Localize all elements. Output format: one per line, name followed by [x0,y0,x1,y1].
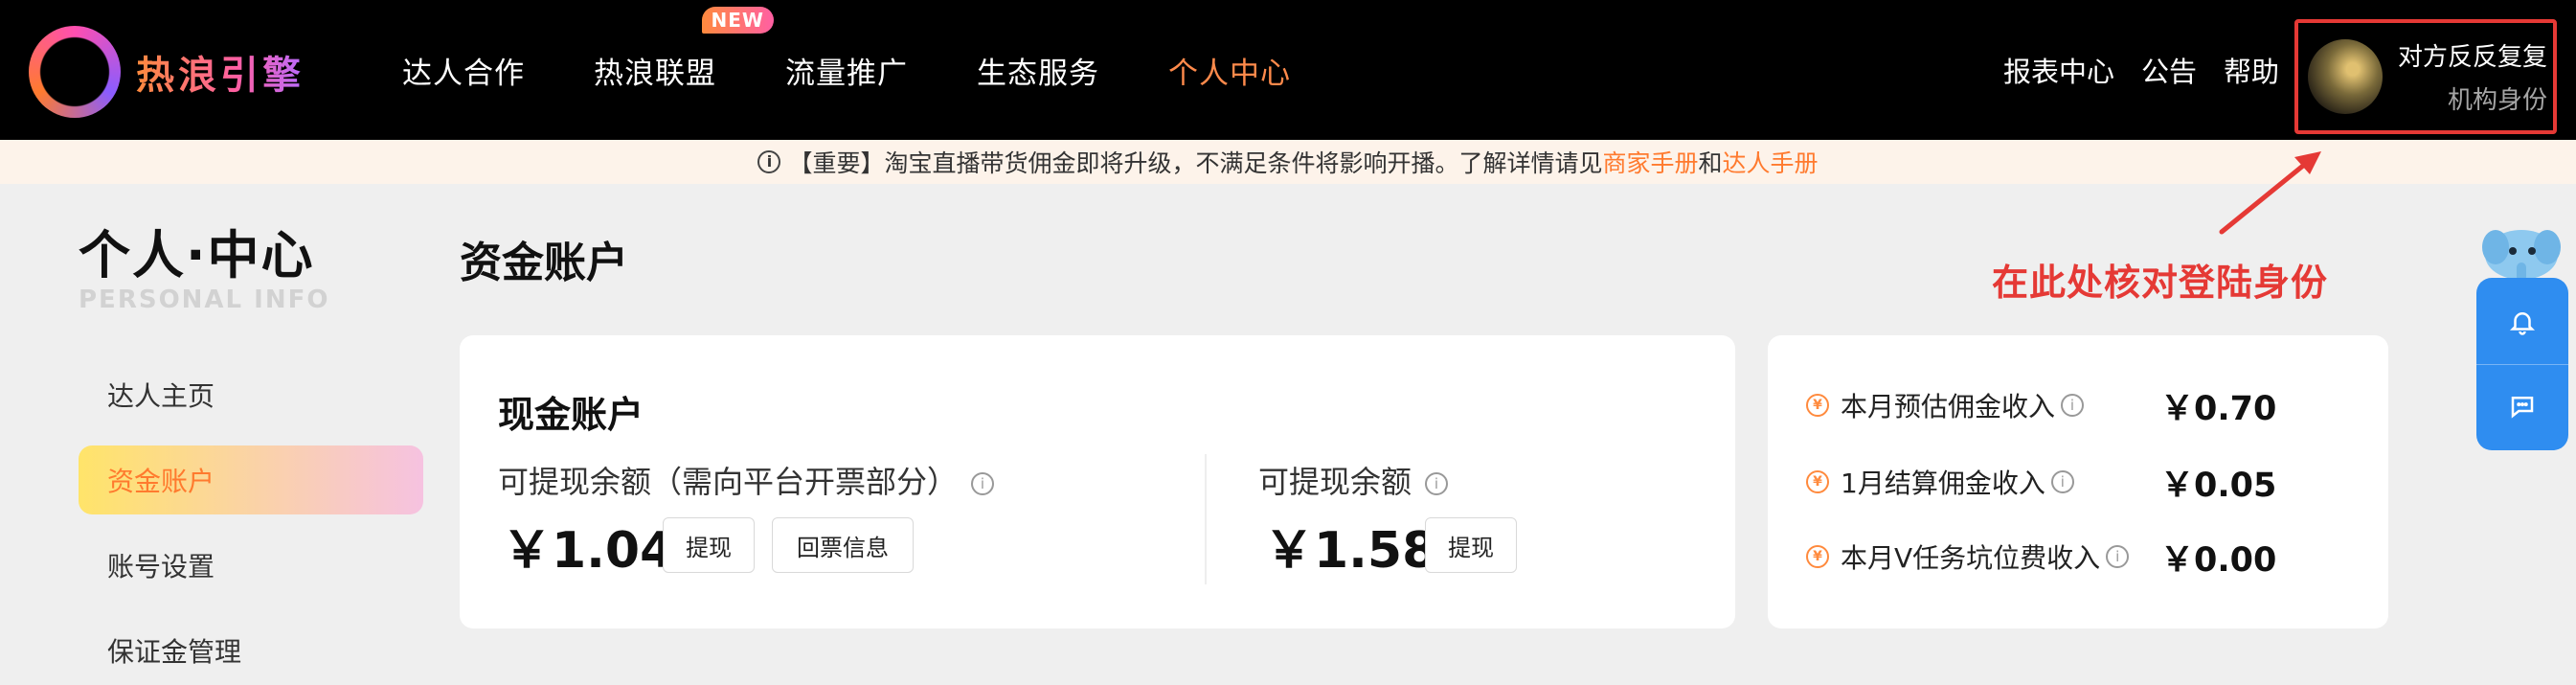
withdraw-button[interactable]: 提现 [1425,517,1517,573]
nav-label: 达人合作 [402,56,525,91]
user-name: 对方反反复复 [2398,43,2548,72]
notice-bar: i 【重要】淘宝直播带货佣金即将升级，不满足条件将影响开播。了解详情请见 商家手… [0,140,2576,184]
brand-name: 热浪引擎 [136,44,305,100]
new-badge: NEW [701,6,774,34]
chat-icon[interactable] [2501,385,2543,427]
stat-label: 本月预估佣金收入 [1841,391,2056,422]
merchant-manual-link[interactable]: 商家手册 [1602,145,1698,179]
sidebar-title: 个人·中心 [79,225,315,285]
nav-item-personal-center[interactable]: 个人中心 [1168,49,1291,92]
sidebar-item-label: 保证金管理 [107,636,242,668]
nav-label: 个人中心 [1168,56,1291,91]
top-navigation-bar: 热浪引擎 达人合作 热浪联盟 NEW 流量推广 生态服务 个人中心 报表中心 公… [0,0,2576,140]
divider [1205,454,1207,584]
stat-row: ¥ 本月预估佣金收入 i ￥0.70 [1806,381,2342,429]
notice-text: 【重要】淘宝直播带货佣金即将升级，不满足条件将影响开播。了解详情请见 [788,149,1603,177]
income-summary-card: ¥ 本月预估佣金收入 i ￥0.70 ¥ 1月结算佣金收入 i ￥0.05 ¥ … [1768,335,2388,628]
annotation-text: 在此处核对登陆身份 [1992,262,2329,304]
stat-label: 1月结算佣金收入 [1841,468,2045,499]
withdrawable-invoice-amount: ￥1.04 [502,522,675,580]
sidebar-item-creator-home[interactable]: 达人主页 [79,360,423,429]
stat-value: ￥0.70 [2160,389,2277,428]
sidebar-subtitle: PERSONAL INFO [79,285,330,314]
user-identity-box[interactable]: 对方反反复复 机构身份 [2294,19,2557,134]
announcement-link[interactable]: 公告 [2141,50,2197,90]
widget-divider [2476,364,2568,365]
main-nav: 达人合作 热浪联盟 NEW 流量推广 生态服务 个人中心 [402,0,1291,140]
arrow-annotation-icon [2219,151,2321,235]
sidebar-item-label: 资金账户 [107,466,215,497]
yen-icon: ¥ [1806,545,1829,568]
card-title: 现金账户 [498,394,644,436]
bell-icon[interactable] [2501,301,2543,343]
withdraw-button[interactable]: 提现 [663,517,755,573]
sidebar-item-deposit-management[interactable]: 保证金管理 [79,616,423,685]
info-icon[interactable]: i [2061,394,2085,417]
sidebar-item-account-settings[interactable]: 账号设置 [79,531,423,600]
sidebar-item-fund-account[interactable]: 资金账户 [79,445,423,514]
page-title: 资金账户 [460,239,628,287]
user-info: 对方反反复复 机构身份 [2398,37,2547,116]
sidebar-item-label: 达人主页 [107,380,215,412]
header-links: 报表中心 公告 帮助 [2003,0,2279,140]
label-text: 可提现余额（需向平台开票部分） [498,464,959,500]
info-icon[interactable]: i [2106,545,2130,568]
user-role: 机构身份 [2448,86,2548,115]
stat-row: ¥ 本月V任务坑位费收入 i ￥0.00 [1806,533,2342,581]
yen-icon: ¥ [1806,470,1829,493]
nav-item-ecosystem-services[interactable]: 生态服务 [977,49,1099,92]
notice-conjunction: 和 [1698,149,1723,177]
stat-value: ￥0.05 [2160,466,2277,505]
invoice-info-button[interactable]: 回票信息 [772,517,914,573]
avatar[interactable] [2308,39,2383,114]
logo-ring-icon [29,26,121,118]
info-icon[interactable]: i [971,472,995,495]
withdrawable-amount: ￥1.58 [1264,522,1437,580]
info-icon[interactable]: i [2050,470,2074,493]
creator-manual-link[interactable]: 达人手册 [1723,145,1819,179]
stat-row: ¥ 1月结算佣金收入 i ￥0.05 [1806,458,2342,506]
report-center-link[interactable]: 报表中心 [2003,50,2114,90]
label-text: 可提现余额 [1258,464,1412,500]
nav-label: 生态服务 [977,56,1099,91]
yen-icon: ¥ [1806,394,1829,417]
nav-label: 流量推广 [785,56,908,91]
cash-account-card: 现金账户 可提现余额（需向平台开票部分） i ￥1.04 提现 回票信息 可提现余… [460,335,1735,628]
nav-item-creator-cooperation[interactable]: 达人合作 [402,49,525,92]
nav-item-alliance[interactable]: 热浪联盟 NEW [594,6,774,92]
stat-value: ￥0.00 [2160,540,2277,580]
nav-label: 热浪联盟 [594,56,716,91]
help-link[interactable]: 帮助 [2224,50,2279,90]
brand-logo[interactable]: 热浪引擎 [29,19,305,125]
withdrawable-invoice-label: 可提现余额（需向平台开票部分） i [498,458,995,502]
info-icon: i [757,150,781,173]
floating-service-widget [2476,278,2568,450]
withdrawable-label: 可提现余额 i [1258,458,1449,502]
info-icon[interactable]: i [1425,472,1449,495]
nav-item-traffic-promotion[interactable]: 流量推广 [785,49,908,92]
sidebar-item-label: 账号设置 [107,551,215,582]
stat-label: 本月V任务坑位费收入 [1841,542,2101,574]
